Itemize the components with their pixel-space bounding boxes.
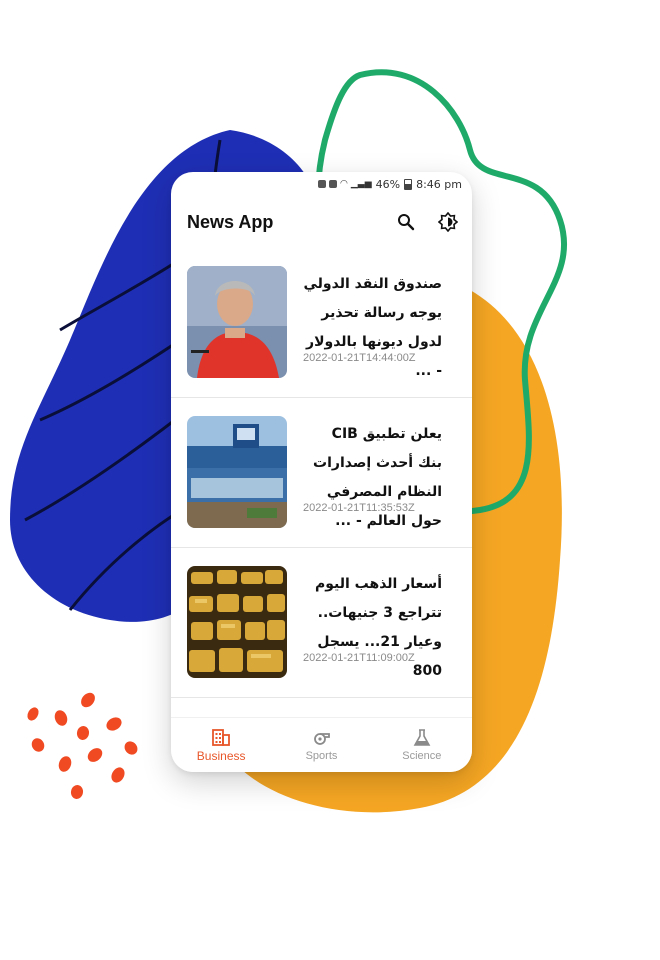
app-bar: News App (171, 196, 472, 248)
battery-percent: 46% (375, 177, 401, 191)
news-feed: صندوق النقد الدولي يوجه رسالة تحذير لدول… (171, 248, 472, 698)
signal-icon: ▁▃▅ (350, 179, 372, 189)
article-thumbnail (187, 416, 287, 528)
article-headline: صندوق النقد الدولي يوجه رسالة تحذير لدول… (303, 276, 443, 379)
nav-label: Business (196, 748, 246, 763)
notification-icon (318, 180, 327, 188)
news-article-card[interactable]: صندوق النقد الدولي يوجه رسالة تحذير لدول… (171, 248, 472, 398)
nav-sports[interactable]: Sports (281, 729, 361, 762)
nav-label: Sports (305, 749, 338, 762)
orange-dots (27, 692, 138, 799)
brightness-icon[interactable] (438, 212, 458, 232)
article-date: 2022-01-21T11:09:00Z (303, 652, 415, 664)
notification-icons: ◠ ▁▃▅ (318, 179, 372, 189)
nav-business[interactable]: Business (181, 728, 261, 763)
alarm-icon (329, 180, 338, 188)
article-date: 2022-01-21T14:44:00Z (303, 352, 416, 364)
battery-icon (404, 178, 413, 190)
bottom-navigation: Business Sports Science (171, 718, 472, 772)
science-icon (413, 728, 431, 746)
article-headline: أسعار الذهب اليوم تتراجع 3 جنيهات.. وعيا… (314, 576, 442, 679)
search-icon[interactable] (396, 212, 416, 232)
article-text: صندوق النقد الدولي يوجه رسالة تحذير لدول… (287, 248, 456, 400)
article-thumbnail (187, 566, 287, 678)
sports-icon (314, 732, 331, 745)
status-bar: ◠ ▁▃▅ 46% 8:46 pm (171, 172, 472, 196)
article-headline: يعلن تطبيق CIB بنك أحدث إصدارات النظام ا… (313, 426, 442, 529)
business-icon (212, 728, 231, 746)
phone-screen: ◠ ▁▃▅ 46% 8:46 pm News App صندوق النقد ا… (171, 172, 472, 772)
article-thumbnail (187, 266, 287, 378)
app-title: News App (187, 211, 274, 232)
article-date: 2022-01-21T11:35:53Z (303, 502, 415, 514)
article-text: يعلن تطبيق CIB بنك أحدث إصدارات النظام ا… (287, 398, 456, 550)
nav-science[interactable]: Science (382, 728, 462, 762)
news-article-card[interactable]: يعلن تطبيق CIB بنك أحدث إصدارات النظام ا… (171, 398, 472, 548)
news-article-card[interactable]: أسعار الذهب اليوم تتراجع 3 جنيهات.. وعيا… (171, 548, 472, 698)
clock: 8:46 pm (416, 177, 462, 191)
app-actions (396, 212, 458, 232)
wifi-icon: ◠ (340, 179, 348, 189)
article-text: أسعار الذهب اليوم تتراجع 3 جنيهات.. وعيا… (287, 548, 456, 700)
nav-label: Science (402, 749, 442, 762)
